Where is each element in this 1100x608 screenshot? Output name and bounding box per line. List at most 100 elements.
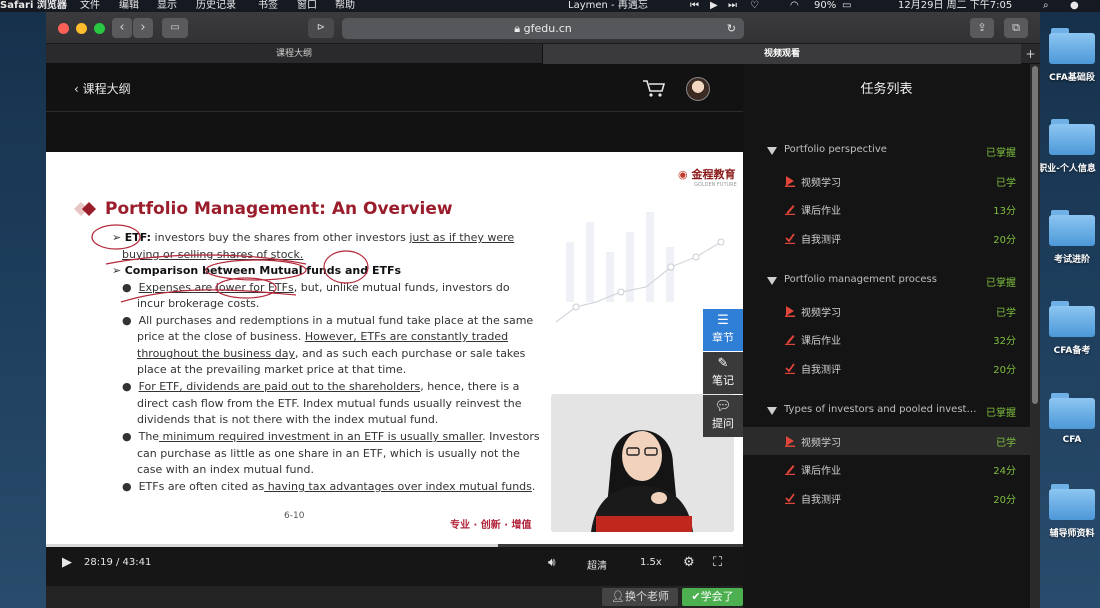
- tab-video[interactable]: 视频观看: [543, 44, 1021, 64]
- web-content: ‹ 课程大纲 ◉ 金程教育 GOLDEN FUTURE Portfolio Ma…: [46, 64, 1040, 608]
- browser-window: ‹ › ▭ ⊳ 🔒︎ gfedu.cn ↻ ⇪ ⧉ 课程大纲 视频观看 + ‹ …: [46, 12, 1040, 608]
- task-item-status: 32分: [993, 336, 1016, 347]
- task-item[interactable]: 课后作业 32分: [743, 325, 1030, 353]
- slide-line: place at the prevailing market price at …: [137, 363, 407, 376]
- menu-edit[interactable]: 编辑: [119, 0, 139, 12]
- menu-history[interactable]: 历史记录: [196, 0, 236, 12]
- user-icon[interactable]: ●: [1070, 0, 1079, 12]
- battery-icon[interactable]: ▭: [842, 0, 851, 12]
- reader-icon[interactable]: ⊳: [308, 18, 334, 38]
- task-item[interactable]: 视频学习 已学: [743, 297, 1030, 325]
- task-item-name: 自我测评: [801, 494, 841, 506]
- desktop-folder[interactable]: 考试进阶: [1044, 210, 1100, 265]
- address-bar[interactable]: 🔒︎ gfedu.cn ↻: [342, 18, 744, 39]
- minimize-window-icon[interactable]: [76, 23, 87, 34]
- wifi-icon[interactable]: ◠: [790, 0, 799, 12]
- task-item[interactable]: 课后作业 24分: [743, 455, 1030, 483]
- back-arrow-icon[interactable]: ‹: [112, 18, 132, 38]
- menu-view[interactable]: 显示: [157, 0, 177, 12]
- close-window-icon[interactable]: [58, 23, 69, 34]
- clock[interactable]: 12月29日 周二 下午7:05: [898, 0, 1012, 12]
- share-icon[interactable]: ⇪: [970, 18, 994, 38]
- handwritten-annotations: [91, 224, 369, 303]
- task-section-header[interactable]: Portfolio perspective 已掌握: [743, 138, 1030, 166]
- scrollbar-thumb[interactable]: [1032, 66, 1038, 404]
- slide-line: ● The minimum required investment in an …: [122, 430, 540, 443]
- heart-icon[interactable]: ♡: [750, 0, 759, 12]
- play-icon[interactable]: ▶: [62, 555, 72, 570]
- task-panel-scrollbar[interactable]: [1030, 64, 1040, 608]
- back-to-outline-link[interactable]: ‹ 课程大纲: [74, 80, 131, 97]
- menu-bookmarks[interactable]: 书签: [258, 0, 278, 12]
- media-prev-icon[interactable]: ⏮: [690, 0, 699, 12]
- reload-icon[interactable]: ↻: [727, 18, 736, 39]
- volume-icon[interactable]: 🔊︎: [548, 555, 556, 570]
- media-next-icon[interactable]: ⏭: [728, 0, 737, 12]
- section-name: Portfolio perspective: [784, 144, 887, 155]
- menu-window[interactable]: 窗口: [297, 0, 317, 12]
- switch-teacher-button[interactable]: 👤︎换个老师: [602, 588, 678, 606]
- chapters-button[interactable]: ☰ 章节: [703, 309, 743, 351]
- menu-file[interactable]: 文件: [80, 0, 100, 12]
- task-item[interactable]: 自我测评 20分: [743, 484, 1030, 512]
- menu-help[interactable]: 帮助: [335, 0, 355, 12]
- tab-course-outline[interactable]: 课程大纲: [46, 44, 543, 64]
- forward-arrow-icon[interactable]: ›: [133, 18, 153, 38]
- notes-button[interactable]: ✎ 笔记: [703, 352, 743, 394]
- check-icon: ✔: [691, 590, 701, 603]
- sidebar-toggle-icon[interactable]: ▭: [162, 18, 188, 38]
- course-header: ‹ 课程大纲: [46, 64, 743, 112]
- avatar[interactable]: [686, 77, 710, 101]
- section-status: 已掌握: [986, 148, 1016, 159]
- slide-page-number: 6-10: [284, 511, 305, 521]
- task-item-status: 已学: [996, 437, 1016, 449]
- desktop-folder[interactable]: 职业-个人信息: [1038, 119, 1100, 174]
- triangle-down-icon: [767, 407, 777, 415]
- desktop-folder[interactable]: CFA备考: [1044, 301, 1100, 356]
- homework-pencil-icon: [785, 205, 795, 215]
- test-check-icon: [785, 492, 795, 504]
- zoom-window-icon[interactable]: [94, 23, 105, 34]
- bottom-action-strip: 👤︎换个老师 ✔学会了: [46, 586, 743, 608]
- task-item[interactable]: 视频学习 已学: [743, 167, 1030, 195]
- settings-gear-icon[interactable]: ⚙: [683, 555, 695, 570]
- task-item-name: 自我测评: [801, 364, 841, 376]
- learned-button[interactable]: ✔学会了: [682, 588, 743, 606]
- task-item-name: 课后作业: [801, 206, 841, 217]
- homework-pencil-icon: [785, 335, 795, 345]
- quality-selector[interactable]: 超清: [587, 557, 607, 572]
- task-list-panel: 任务列表 Portfolio perspective 已掌握 视频学习 已学 课后作业 1…: [743, 64, 1030, 608]
- tabs-overview-icon[interactable]: ⧉: [1004, 18, 1028, 38]
- folder-label: CFA基础段: [1049, 73, 1095, 83]
- chevron-left-icon: ‹: [74, 82, 83, 96]
- lock-icon: 🔒︎: [514, 22, 524, 35]
- media-play-icon[interactable]: ▶: [710, 0, 718, 12]
- task-item[interactable]: 自我测评 20分: [743, 354, 1030, 382]
- folder-icon: [1049, 393, 1095, 429]
- task-item[interactable]: 课后作业 13分: [743, 195, 1030, 223]
- spotlight-search-icon[interactable]: ⌕: [1043, 0, 1049, 12]
- menu-app-name[interactable]: Safari 浏览器: [0, 0, 67, 12]
- new-tab-button[interactable]: +: [1021, 44, 1040, 64]
- player-area: ‹ 课程大纲 ◉ 金程教育 GOLDEN FUTURE Portfolio Ma…: [46, 64, 743, 608]
- bullet-dot-icon: ●: [122, 430, 139, 443]
- ask-question-button[interactable]: 💬︎ 提问: [703, 395, 743, 437]
- desktop-folder[interactable]: 辅导师资料: [1044, 484, 1100, 539]
- menu-bar: Safari 浏览器 文件 编辑 显示 历史记录 书签 窗口 帮助 Laymen…: [0, 0, 1100, 12]
- fullscreen-icon[interactable]: ⛶: [713, 555, 722, 570]
- speed-selector[interactable]: 1.5x: [640, 557, 662, 568]
- desktop-folder[interactable]: CFA: [1044, 393, 1100, 445]
- desktop-folder[interactable]: CFA基础段: [1044, 28, 1100, 83]
- task-section-header[interactable]: Types of investors and pooled invest… 已掌握: [743, 398, 1030, 426]
- battery-percent[interactable]: 90%: [814, 0, 836, 12]
- progress-bar[interactable]: [46, 544, 743, 547]
- task-item[interactable]: 视频学习 已学: [743, 426, 1030, 455]
- pencil-icon: ✎: [717, 356, 729, 371]
- task-item-status: 13分: [993, 206, 1016, 217]
- folder-icon: [1049, 210, 1095, 246]
- task-item[interactable]: 自我测评 20分: [743, 224, 1030, 252]
- task-section-header[interactable]: Portfolio management process 已掌握: [743, 268, 1030, 296]
- cart-icon[interactable]: [641, 78, 667, 98]
- slide-line: dividends that is not there with the ind…: [137, 413, 439, 426]
- now-playing-text[interactable]: Laymen - 再遇忘: [568, 0, 648, 12]
